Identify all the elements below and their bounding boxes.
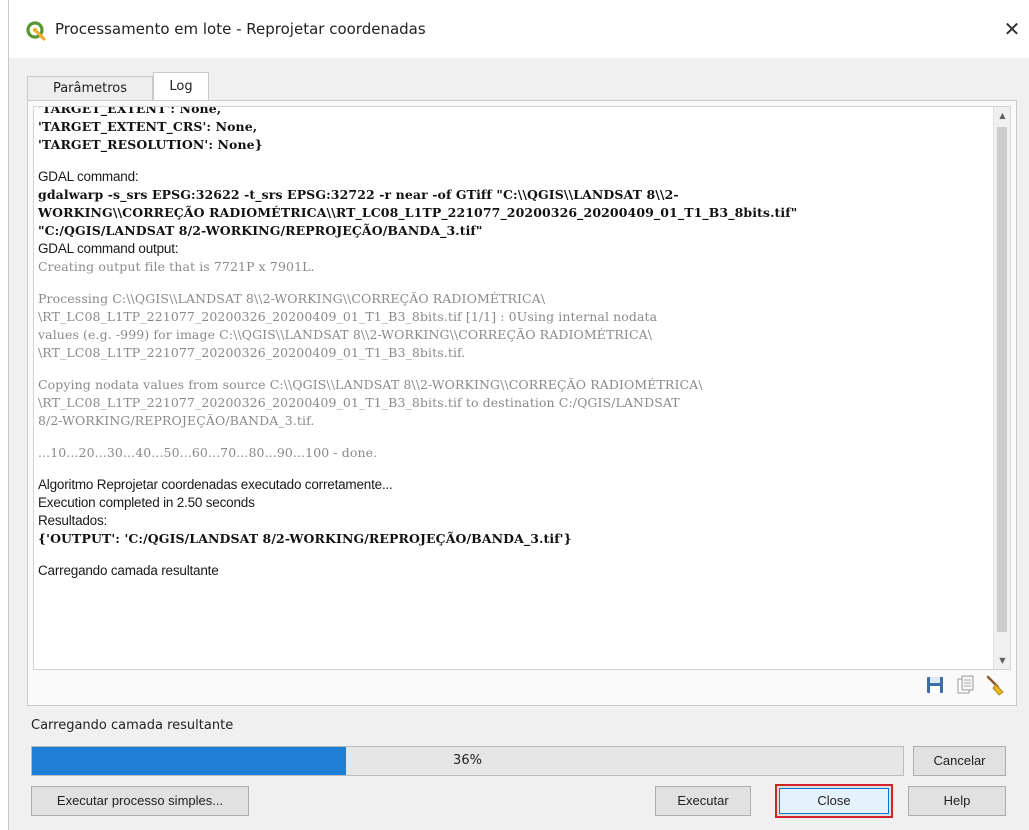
log-line: 'TARGET_EXTENT_CRS': None, [38,119,258,134]
log-line: Algoritmo Reprojetar coordenadas executa… [38,477,393,492]
log-line: "C:/QGIS/LANDSAT 8/2-WORKING/REPROJEÇÃO/… [38,223,483,238]
log-line: Creating output file that is 7721P x 790… [38,259,315,274]
log-line: Resultados: [38,513,108,528]
log-line: \RT_LC08_L1TP_221077_20200326_20200409_0… [38,345,466,360]
log-line: GDAL command output: [38,241,179,256]
clear-icon[interactable] [984,674,1006,696]
log-line: 'TARGET_RESOLUTION': None} [38,137,263,152]
log-scrollbar[interactable]: ▲ ▼ [993,107,1010,669]
scroll-down-icon[interactable]: ▼ [994,652,1010,669]
qgis-logo-icon [26,21,46,41]
progress-percent: 36% [453,753,482,768]
batch-processing-dialog: Processamento em lote - Reprojetar coord… [8,0,1029,830]
log-text: 'TARGET_EXTENT': None, 'TARGET_EXTENT_CR… [38,106,988,580]
log-spacer [38,462,988,476]
progress-label: Carregando camada resultante [31,718,234,733]
window-close-icon[interactable]: ✕ [1000,16,1024,42]
tab-parametros[interactable]: Parâmetros [27,76,153,101]
log-output[interactable]: 'TARGET_EXTENT': None, 'TARGET_EXTENT_CR… [33,106,1011,670]
log-line: Execution completed in 2.50 seconds [38,495,255,510]
log-spacer [38,548,988,562]
log-line: Copying nodata values from source C:\\QG… [38,377,703,392]
cancel-button[interactable]: Cancelar [913,746,1006,776]
help-button[interactable]: Help [908,786,1006,816]
progress-bar: 36% [31,746,904,776]
log-line: WORKING\\CORREÇÃO RADIOMÉTRICA\\RT_LC08_… [38,205,798,220]
title-bar: Processamento em lote - Reprojetar coord… [9,0,1029,58]
log-line: \RT_LC08_L1TP_221077_20200326_20200409_0… [38,395,680,410]
log-line: ...10...20...30...40...50...60...70...80… [38,445,378,460]
log-spacer [38,276,988,290]
window-title: Processamento em lote - Reprojetar coord… [55,20,426,38]
log-line: {'OUTPUT': 'C:/QGIS/LANDSAT 8/2-WORKING/… [38,531,572,546]
log-spacer [38,430,988,444]
run-single-process-button[interactable]: Executar processo simples... [31,786,249,816]
tab-log[interactable]: Log [153,72,209,102]
save-icon[interactable] [924,674,946,696]
log-line: values (e.g. -999) for image C:\\QGIS\\L… [38,327,653,342]
run-button[interactable]: Executar [655,786,751,816]
log-line: Carregando camada resultante [38,563,219,578]
log-line: 8/2-WORKING/REPROJEÇÃO/BANDA_3.tif. [38,413,315,428]
log-line: GDAL command: [38,169,139,184]
scroll-up-icon[interactable]: ▲ [994,107,1010,124]
close-button[interactable]: Close [775,784,893,818]
log-line: Processing C:\\QGIS\\LANDSAT 8\\2-WORKIN… [38,291,546,306]
log-line: \RT_LC08_L1TP_221077_20200326_20200409_0… [38,309,658,324]
log-line: 'TARGET_EXTENT': None, [38,106,222,116]
close-button-label: Close [779,788,889,814]
log-toolbar [920,674,1010,698]
log-spacer [38,154,988,168]
log-line: gdalwarp -s_srs EPSG:32622 -t_srs EPSG:3… [38,187,679,202]
log-spacer [38,362,988,376]
copy-icon[interactable] [954,674,976,696]
scrollbar-thumb[interactable] [997,127,1007,632]
log-panel: 'TARGET_EXTENT': None, 'TARGET_EXTENT_CR… [27,100,1017,706]
